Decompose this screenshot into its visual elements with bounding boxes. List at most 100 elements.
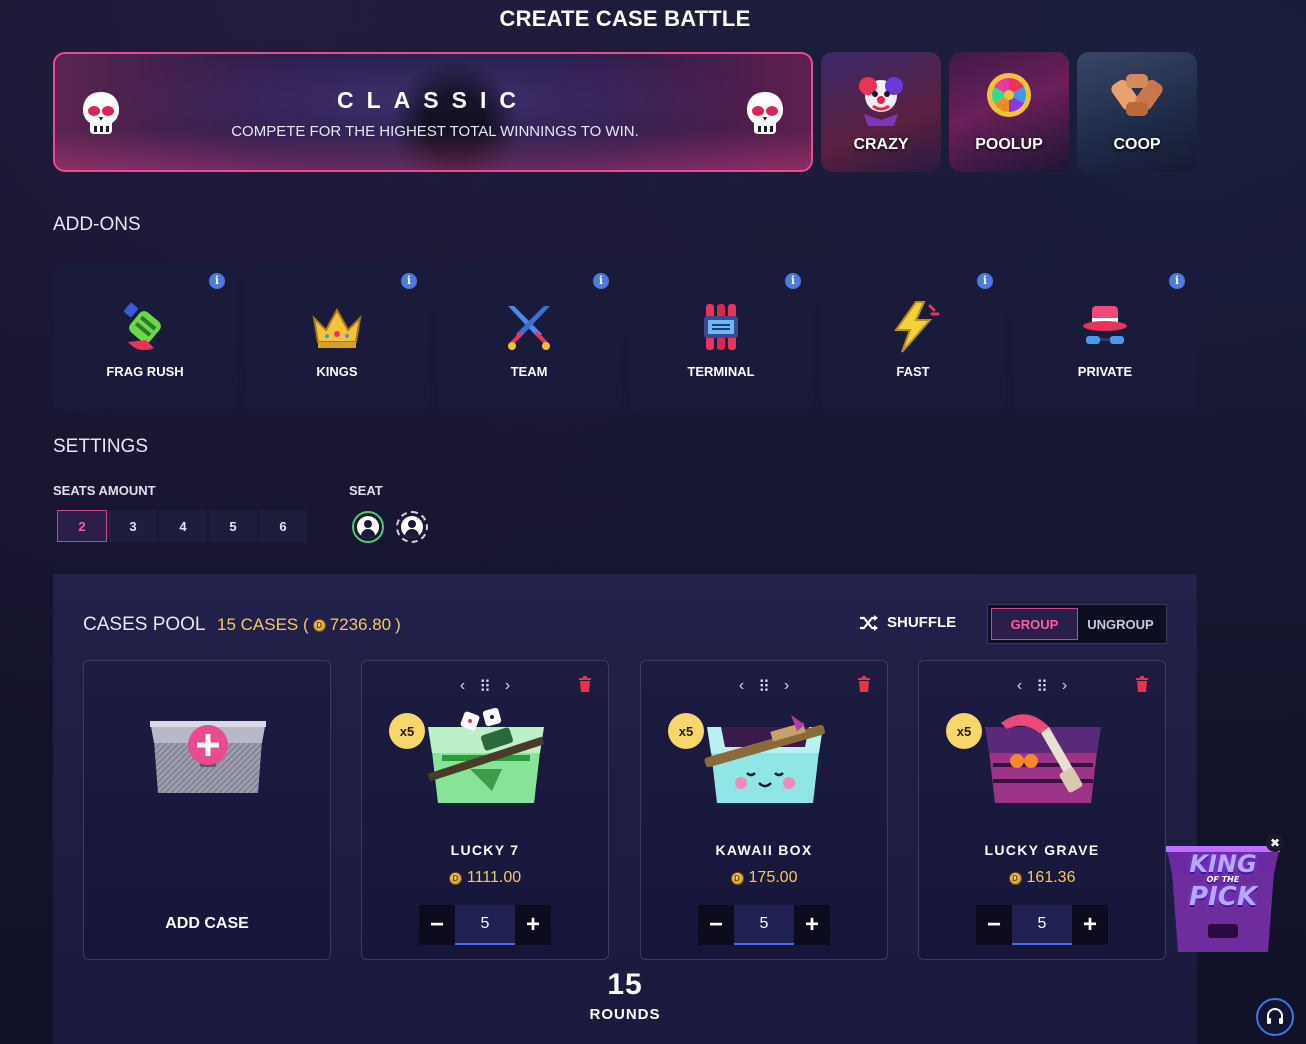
addon-label: PRIVATE: [1077, 364, 1133, 379]
cases-count: 15 CASES (: [217, 615, 309, 634]
page: CREATE CASE BATTLE CLASSIC COMPETE FOR T…: [0, 0, 1306, 1044]
frag-rush-icon: [124, 303, 161, 350]
case-price: 1111.00: [362, 869, 608, 887]
cases-total-value: 7236.80: [329, 615, 392, 634]
addons-heading: ADD-ONS: [53, 214, 141, 235]
ungroup-option[interactable]: UNGROUP: [1078, 608, 1163, 640]
mode-coop-card[interactable]: COOP: [1077, 52, 1197, 172]
addon-label: FRAG RUSH: [106, 364, 184, 379]
seat-2-empty[interactable]: [396, 511, 428, 543]
addon-private[interactable]: i PRIVATE: [1013, 262, 1197, 410]
drag-handle-icon[interactable]: ⠿: [1036, 677, 1048, 697]
add-case-card[interactable]: ADD CASE: [83, 660, 331, 960]
info-icon[interactable]: i: [593, 273, 609, 289]
increment-button[interactable]: +: [1072, 905, 1108, 945]
addon-team[interactable]: i TEAM: [437, 262, 621, 410]
promo-close-button[interactable]: ✖: [1266, 834, 1284, 852]
seats-option-3[interactable]: 3: [109, 510, 157, 542]
decrement-button[interactable]: −: [976, 905, 1012, 945]
headset-icon: [1267, 1008, 1283, 1024]
info-icon[interactable]: i: [977, 273, 993, 289]
skull-icon: [747, 92, 783, 134]
increment-button[interactable]: +: [515, 905, 551, 945]
drag-handle-icon[interactable]: ⠿: [479, 677, 491, 697]
addon-fast[interactable]: i FAST: [821, 262, 1005, 410]
user-icon: [401, 516, 423, 538]
info-icon[interactable]: i: [785, 273, 801, 289]
seat-label: SEAT: [349, 483, 383, 498]
case-card-lucky-grave: ‹ ⠿ › x5 LUCKY GRAVE D 161.36 − 5 +: [918, 660, 1166, 960]
mode-crazy-label: CRAZY: [853, 136, 909, 153]
group-option[interactable]: GROUP: [991, 608, 1078, 640]
case-price: 175.00: [641, 869, 887, 887]
shuffle-label: SHUFFLE: [887, 614, 957, 631]
chevron-left-icon[interactable]: ‹: [739, 677, 744, 697]
seat-1-selected[interactable]: [352, 511, 384, 543]
addon-label: FAST: [896, 364, 930, 379]
coin-icon: [1008, 871, 1022, 885]
mode-crazy-card[interactable]: CRAZY: [821, 52, 941, 172]
shuffle-icon: [860, 614, 878, 631]
clown-icon: [859, 77, 903, 126]
seats-option-5[interactable]: 5: [209, 510, 257, 542]
case-card-lucky-7: ‹ ⠿ › x5 LUCKY 7 D 1111.00 − 5 +: [361, 660, 609, 960]
decrement-button[interactable]: −: [698, 905, 734, 945]
cases-pool-summary: 15 CASES ( 7236.80 ): [217, 615, 401, 635]
trash-icon[interactable]: [857, 676, 871, 692]
support-button[interactable]: [1256, 998, 1294, 1036]
info-icon[interactable]: i: [401, 273, 417, 289]
mode-classic-card[interactable]: CLASSIC COMPETE FOR THE HIGHEST TOTAL WI…: [53, 52, 813, 172]
spy-hat-icon: [1083, 306, 1127, 344]
chevron-left-icon[interactable]: ‹: [1017, 677, 1022, 697]
shuffle-button[interactable]: SHUFFLE: [859, 614, 956, 631]
case-price: 161.36: [919, 869, 1165, 887]
mode-poolup-card[interactable]: POOLUP: [949, 52, 1069, 172]
seats-option-6[interactable]: 6: [259, 510, 307, 542]
seats-option-2[interactable]: 2: [57, 510, 107, 542]
chevron-left-icon[interactable]: ‹: [460, 677, 465, 697]
trash-icon[interactable]: [1135, 676, 1149, 692]
coin-icon: [448, 871, 462, 885]
cases-pool-panel: CASES POOL 15 CASES ( 7236.80 ) SHUFFLE …: [53, 574, 1197, 1044]
lucky-7-case-image: [427, 707, 545, 803]
quantity-stepper: − 5 +: [976, 905, 1108, 945]
cases-pool-title: CASES POOL: [83, 614, 206, 635]
add-case-label: ADD CASE: [165, 915, 249, 932]
addon-frag-rush[interactable]: i FRAG RUSH: [53, 262, 237, 410]
chevron-right-icon[interactable]: ›: [784, 677, 789, 697]
drag-handle-icon[interactable]: ⠿: [758, 677, 770, 697]
addon-label: KINGS: [316, 364, 358, 379]
addon-kings[interactable]: i KINGS: [245, 262, 429, 410]
group-toggle: GROUP UNGROUP: [987, 604, 1167, 644]
settings-heading: SETTINGS: [53, 436, 149, 457]
page-title: CREATE CASE BATTLE: [499, 6, 751, 31]
rounds-count: 15: [607, 968, 643, 1001]
quantity-value[interactable]: 5: [734, 905, 794, 945]
info-icon[interactable]: i: [209, 273, 225, 289]
multiplier-badge: x5: [389, 713, 425, 749]
handshake-icon: [1111, 74, 1163, 116]
seats-option-4[interactable]: 4: [159, 510, 207, 542]
quantity-value[interactable]: 5: [1012, 905, 1072, 945]
addon-terminal[interactable]: i TERMINAL: [629, 262, 813, 410]
lucky-grave-case-image: [985, 714, 1101, 803]
case-name: LUCKY 7: [450, 842, 520, 858]
addon-label: TEAM: [510, 364, 548, 379]
user-icon: [357, 516, 379, 538]
mode-coop-label: COOP: [1113, 136, 1161, 153]
chevron-right-icon[interactable]: ›: [505, 677, 510, 697]
rounds-label: ROUNDS: [589, 1006, 661, 1023]
lightning-icon: [894, 301, 940, 353]
coin-icon: [312, 618, 326, 632]
crown-icon: [312, 307, 362, 348]
trash-icon[interactable]: [578, 676, 592, 692]
quantity-value[interactable]: 5: [455, 905, 515, 945]
crossed-swords-icon: [508, 306, 550, 350]
increment-button[interactable]: +: [794, 905, 830, 945]
mode-classic-title: CLASSIC: [337, 87, 529, 113]
chevron-right-icon[interactable]: ›: [1062, 677, 1067, 697]
case-name: KAWAII BOX: [715, 842, 813, 858]
info-icon[interactable]: i: [1169, 273, 1185, 289]
kawaii-box-case-image: [704, 715, 825, 803]
decrement-button[interactable]: −: [419, 905, 455, 945]
